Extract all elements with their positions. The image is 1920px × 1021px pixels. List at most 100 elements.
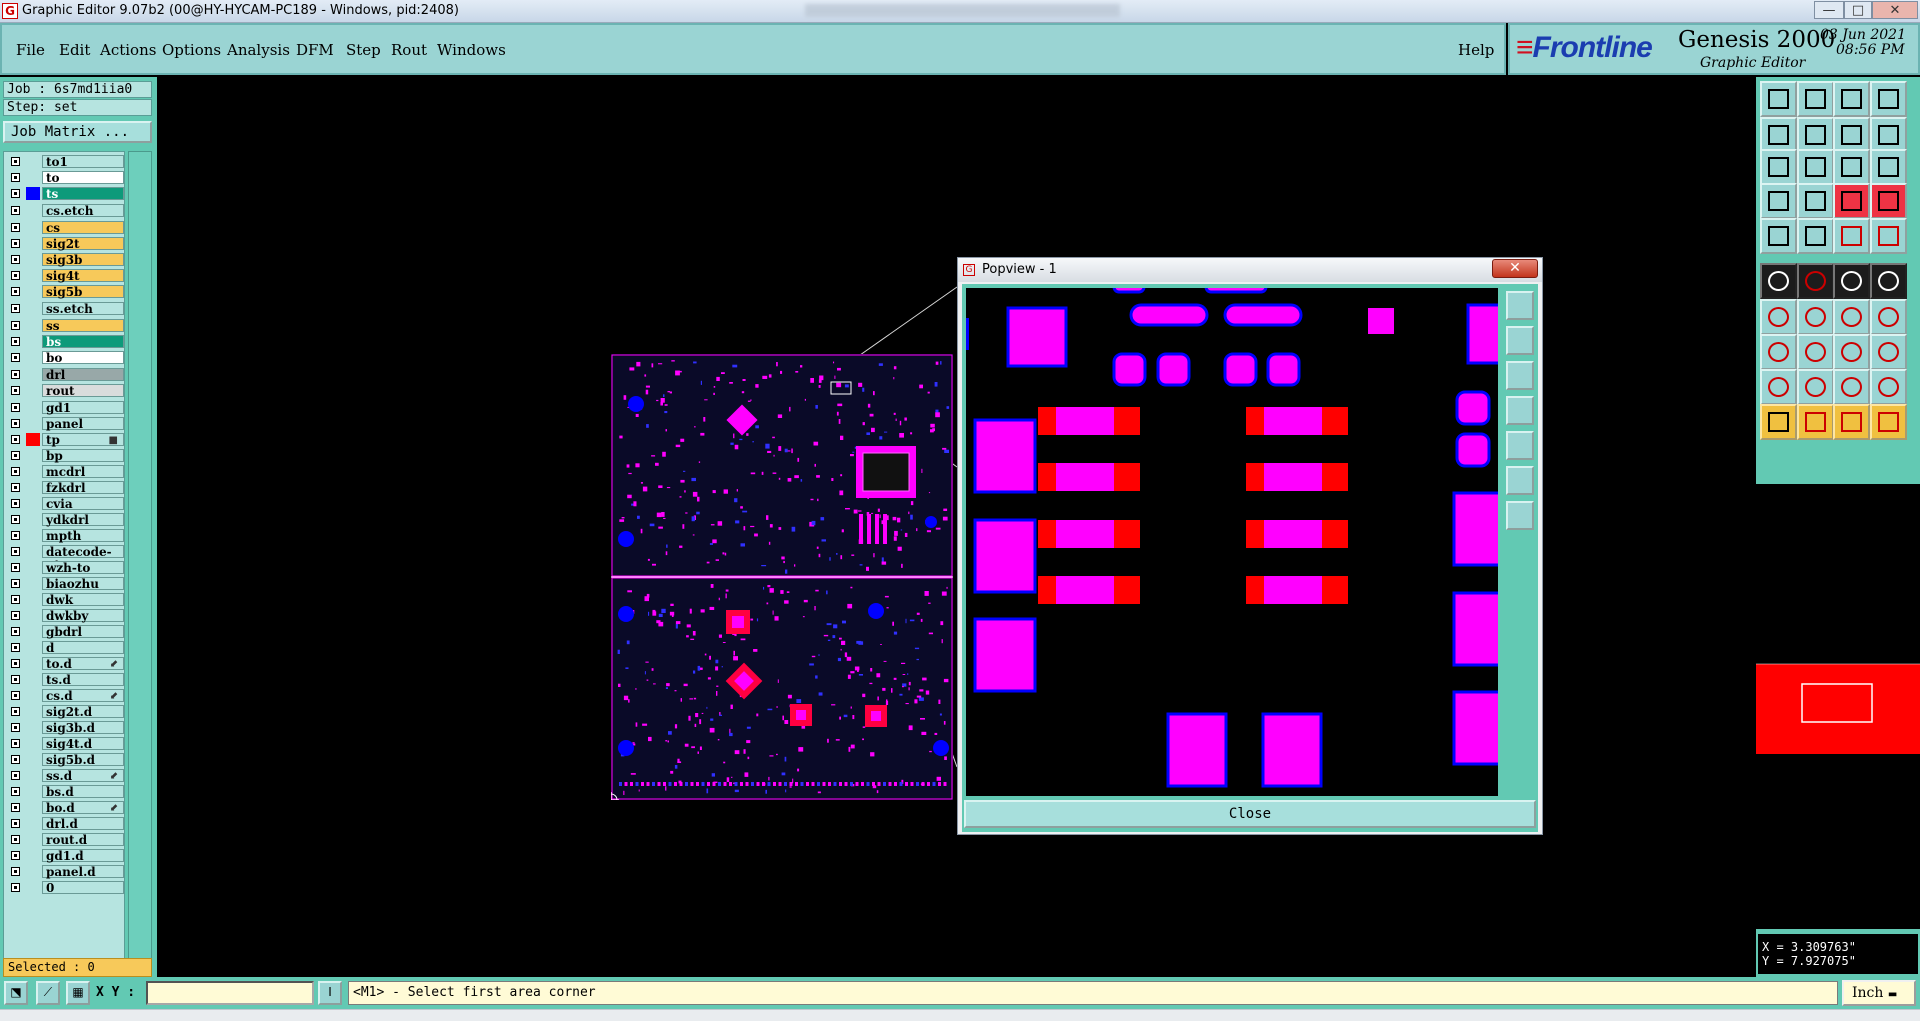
layer-checkbox[interactable] xyxy=(11,883,20,892)
tool-button[interactable] xyxy=(1760,299,1797,335)
layer-name[interactable]: drl xyxy=(42,368,124,382)
layer-checkbox[interactable] xyxy=(11,304,20,313)
tool-button[interactable] xyxy=(1797,149,1834,185)
layer-checkbox[interactable] xyxy=(11,239,20,248)
tool-button[interactable] xyxy=(1833,299,1870,335)
layer-checkbox[interactable] xyxy=(11,771,20,780)
layer-checkbox[interactable] xyxy=(11,595,20,604)
tool-button[interactable] xyxy=(1760,218,1797,254)
layer-row[interactable]: sig2t.d xyxy=(4,704,126,719)
layer-checkbox[interactable] xyxy=(11,321,20,330)
layer-name[interactable]: 0 xyxy=(42,881,124,895)
layer-checkbox[interactable] xyxy=(11,563,20,572)
layer-name[interactable]: sig5b xyxy=(42,285,124,299)
layer-row[interactable]: cs xyxy=(4,220,126,235)
layer-checkbox[interactable] xyxy=(11,271,20,280)
grid-icon[interactable]: ▦ xyxy=(66,981,90,1005)
layer-checkbox[interactable] xyxy=(11,627,20,636)
menu-file[interactable]: File xyxy=(16,41,45,59)
tool-button[interactable] xyxy=(1797,218,1834,254)
layer-checkbox[interactable] xyxy=(11,483,20,492)
layer-row[interactable]: gd1 xyxy=(4,400,126,415)
layer-checkbox[interactable] xyxy=(11,435,20,444)
layer-checkbox[interactable] xyxy=(11,547,20,556)
tool-button[interactable] xyxy=(1760,369,1797,405)
popview-window[interactable]: G Popview - 1 ✕ Close xyxy=(957,257,1543,835)
layer-checkbox[interactable] xyxy=(11,835,20,844)
tool-button[interactable] xyxy=(1833,334,1870,370)
menu-options[interactable]: Options xyxy=(162,41,221,59)
layer-name[interactable]: sig4t xyxy=(42,269,124,283)
layer-checkbox[interactable] xyxy=(11,867,20,876)
layer-name[interactable]: bs.d xyxy=(42,785,124,799)
layer-name[interactable]: fzkdrl xyxy=(42,481,124,495)
layer-row[interactable]: 0 xyxy=(4,880,126,895)
layer-row[interactable]: drl.d xyxy=(4,816,126,831)
layer-name[interactable]: cs xyxy=(42,221,124,235)
layer-name[interactable]: ss xyxy=(42,319,124,333)
layer-checkbox[interactable] xyxy=(11,223,20,232)
close-window-button[interactable]: ✕ xyxy=(1872,1,1918,19)
layer-name[interactable]: bo xyxy=(42,351,124,365)
snap-icon[interactable]: ⬔ xyxy=(4,981,28,1005)
layer-name[interactable]: gd1 xyxy=(42,401,124,415)
tool-button[interactable] xyxy=(1870,299,1907,335)
layer-checkbox[interactable] xyxy=(11,499,20,508)
menu-windows[interactable]: Windows xyxy=(437,41,506,59)
layer-row[interactable]: cvia xyxy=(4,496,126,511)
layer-name[interactable]: sig2t.d xyxy=(42,705,124,719)
layer-name[interactable]: gd1.d xyxy=(42,849,124,863)
layer-checkbox[interactable] xyxy=(11,723,20,732)
popview-canvas[interactable] xyxy=(966,288,1498,796)
layer-row[interactable]: panel xyxy=(4,416,126,431)
menu-edit[interactable]: Edit xyxy=(59,41,90,59)
layer-checkbox[interactable] xyxy=(11,157,20,166)
layer-row[interactable]: tp ■ xyxy=(4,432,126,447)
layer-name[interactable]: ss.etch xyxy=(42,302,124,316)
layer-checkbox[interactable] xyxy=(11,659,20,668)
layer-row[interactable]: d xyxy=(4,640,126,655)
layer-checkbox[interactable] xyxy=(11,337,20,346)
layer-row[interactable]: to1 xyxy=(4,154,126,169)
layer-checkbox[interactable] xyxy=(11,787,20,796)
layer-row[interactable]: ss.etch xyxy=(4,301,126,316)
tool-button[interactable] xyxy=(1833,149,1870,185)
layer-row[interactable]: bo.d ⬋ xyxy=(4,800,126,815)
menu-step[interactable]: Step xyxy=(346,41,381,59)
layer-checkbox[interactable] xyxy=(11,189,20,198)
overview-map[interactable] xyxy=(1756,484,1920,929)
tool-button[interactable] xyxy=(1797,263,1834,299)
layer-name[interactable]: bp xyxy=(42,449,124,463)
tool-button[interactable] xyxy=(1833,183,1870,219)
layer-name[interactable]: panel xyxy=(42,417,124,431)
layer-row[interactable]: wzh-to xyxy=(4,560,126,575)
layer-name[interactable]: panel.d xyxy=(42,865,124,879)
layer-checkbox[interactable] xyxy=(11,579,20,588)
layer-row[interactable]: ts.d xyxy=(4,672,126,687)
layer-checkbox[interactable] xyxy=(11,643,20,652)
tool-button[interactable] xyxy=(1760,117,1797,153)
layer-name[interactable]: ts xyxy=(42,187,124,201)
layer-row[interactable]: sig2t xyxy=(4,236,126,251)
pcb-board[interactable] xyxy=(603,354,953,808)
layer-row[interactable]: fzkdrl xyxy=(4,480,126,495)
measure-icon[interactable]: ⟋ xyxy=(36,981,60,1005)
layer-name[interactable]: datecode-pt xyxy=(42,545,124,572)
layer-row[interactable]: sig5b.d xyxy=(4,752,126,767)
tool-button[interactable] xyxy=(1760,81,1797,117)
layer-checkbox[interactable] xyxy=(11,451,20,460)
layer-name[interactable]: drl.d xyxy=(42,817,124,831)
units-dropdown[interactable]: Inch ▬ xyxy=(1842,980,1916,1006)
popview-fit-button[interactable] xyxy=(1506,466,1534,495)
layer-checkbox[interactable] xyxy=(11,755,20,764)
layer-row[interactable]: bs xyxy=(4,334,126,349)
layer-row[interactable]: sig3b xyxy=(4,252,126,267)
layer-name[interactable]: bo.d ⬋ xyxy=(42,801,124,815)
tool-button[interactable] xyxy=(1870,404,1907,440)
tool-button[interactable] xyxy=(1833,369,1870,405)
tool-button[interactable] xyxy=(1833,263,1870,299)
layer-name[interactable]: dwk xyxy=(42,593,124,607)
tool-button[interactable] xyxy=(1870,218,1907,254)
layer-checkbox[interactable] xyxy=(11,370,20,379)
tool-button[interactable] xyxy=(1833,404,1870,440)
